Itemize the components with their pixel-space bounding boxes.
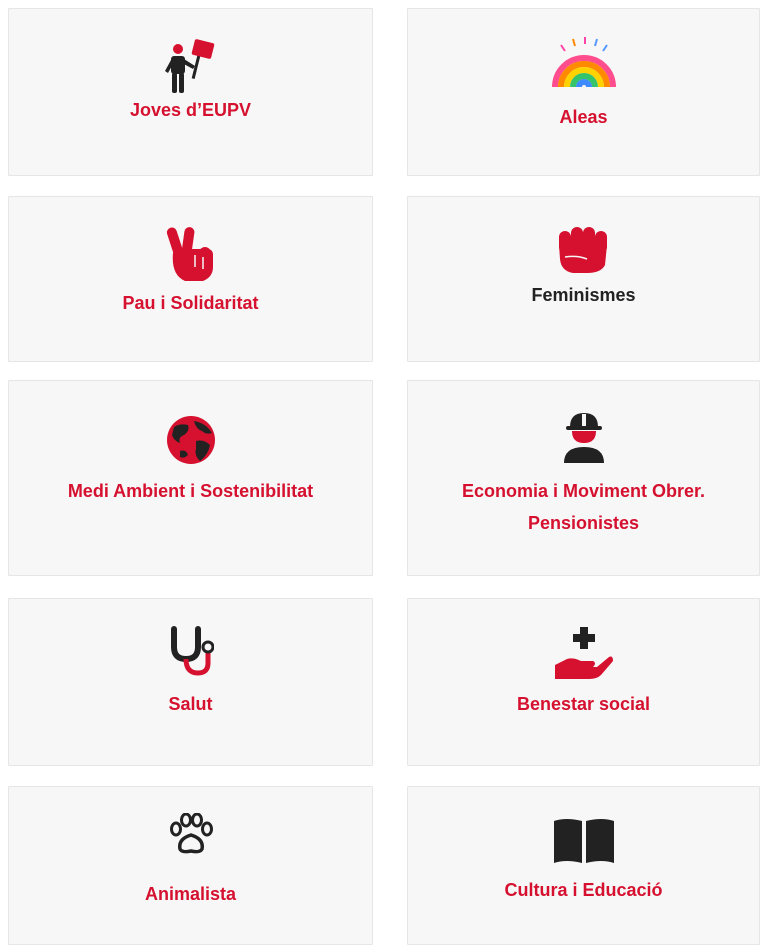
globe-icon: [166, 416, 215, 464]
card-aleas[interactable]: Aleas: [407, 8, 760, 176]
card-label: Animalista: [144, 884, 237, 904]
card-animalista[interactable]: Animalista: [8, 786, 373, 945]
open-book-icon: [553, 819, 614, 863]
card-label: Feminismes: [531, 285, 636, 305]
card-label: Aleas: [559, 107, 608, 127]
card-medi[interactable]: Medi Ambient i Sostenibilitat: [8, 380, 373, 576]
card-label: Pau i Solidaritat: [122, 293, 259, 313]
card-joves[interactable]: Joves d’EUPV: [8, 8, 373, 176]
peace-hand-icon: [166, 227, 213, 281]
card-cultura[interactable]: Cultura i Educació: [407, 786, 760, 945]
card-label: Cultura i Educació: [504, 880, 663, 900]
card-pau[interactable]: Pau i Solidaritat: [8, 196, 373, 362]
card-label: Salut: [168, 694, 213, 714]
card-feminismes[interactable]: Feminismes: [407, 196, 760, 362]
card-label: Benestar social: [516, 694, 651, 714]
protester-icon: [164, 39, 214, 93]
card-salut[interactable]: Salut: [8, 598, 373, 766]
rainbow-icon: [551, 37, 616, 88]
paw-icon: [169, 813, 213, 854]
hard-hat-worker-icon: [563, 413, 604, 463]
card-benestar[interactable]: Benestar social: [407, 598, 760, 766]
card-label: Joves d’EUPV: [129, 100, 252, 120]
card-label-line2: Pensionistes: [527, 513, 640, 533]
category-grid: Joves d’EUPV Aleas Pau i Solidaritat Fem…: [0, 0, 760, 945]
card-label-line1: Economia i Moviment Obrer.: [461, 481, 706, 501]
card-economia[interactable]: Economia i Moviment Obrer. Pensionistes: [407, 380, 760, 576]
helping-hand-icon: [554, 627, 613, 679]
stethoscope-icon: [170, 626, 214, 676]
raised-fist-icon: [558, 227, 607, 273]
card-label: Medi Ambient i Sostenibilitat: [67, 481, 314, 501]
